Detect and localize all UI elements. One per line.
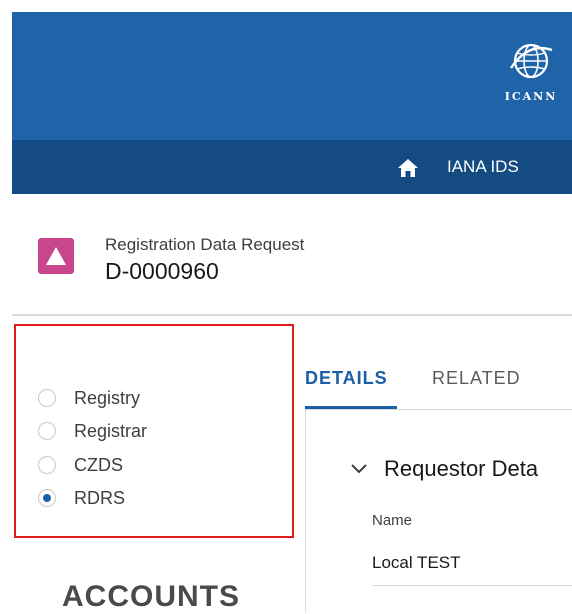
section-title-requestor-details[interactable]: Requestor Deta xyxy=(384,456,538,482)
radio-label: CZDS xyxy=(74,454,123,475)
accounts-heading: ACCOUNTS xyxy=(62,580,240,613)
radio-label: RDRS xyxy=(74,487,126,508)
field-label-name: Name xyxy=(372,512,413,529)
record-tabs: DETAILS RELATED xyxy=(305,360,572,410)
field-value-name: Local TEST xyxy=(372,553,461,572)
tab-related[interactable]: RELATED xyxy=(432,368,521,389)
globe-icon xyxy=(509,43,553,79)
chevron-down-icon[interactable] xyxy=(350,460,368,478)
home-icon[interactable] xyxy=(397,158,419,178)
radio-button[interactable] xyxy=(38,456,56,474)
icann-logo[interactable]: ICANN xyxy=(490,38,572,114)
record-header: Registration Data Request D-0000960 xyxy=(12,194,572,316)
record-id: D-0000960 xyxy=(105,258,219,284)
radio-button[interactable] xyxy=(38,389,56,407)
details-card xyxy=(305,410,572,612)
radio-label: Registry xyxy=(74,387,141,408)
radio-option-rdrs[interactable]: RDRS xyxy=(38,484,125,512)
radio-option-registry[interactable]: Registry xyxy=(38,384,140,412)
top-banner: ICANN xyxy=(12,12,572,140)
radio-label: Registrar xyxy=(74,420,148,441)
record-type-icon xyxy=(38,238,74,274)
icann-wordmark: ICANN xyxy=(504,90,558,103)
field-divider xyxy=(372,585,572,586)
record-type-label: Registration Data Request xyxy=(105,235,305,254)
radio-button-selected[interactable] xyxy=(38,489,56,507)
radio-button[interactable] xyxy=(38,422,56,440)
triangle-icon xyxy=(46,247,66,265)
nav-item-iana-ids[interactable]: IANA IDS xyxy=(447,153,519,181)
radio-option-czds[interactable]: CZDS xyxy=(38,451,123,479)
page-left-margin xyxy=(0,0,12,612)
tab-details[interactable]: DETAILS xyxy=(305,368,388,389)
header-divider xyxy=(12,314,572,316)
radio-option-registrar[interactable]: Registrar xyxy=(38,417,147,445)
global-nav-bar: IANA IDS xyxy=(12,140,572,194)
